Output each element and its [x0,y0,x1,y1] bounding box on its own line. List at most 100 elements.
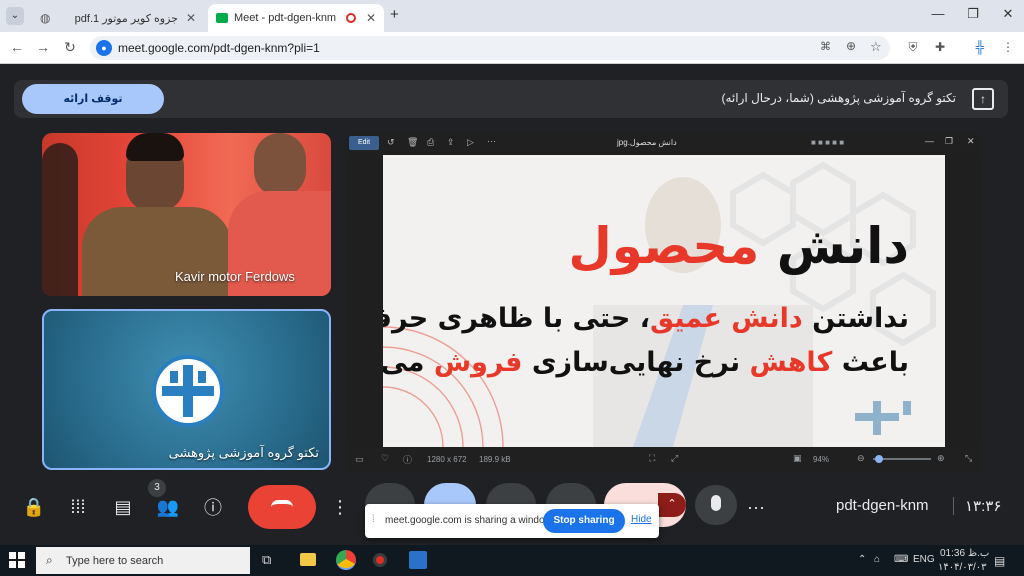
slide-text: باعث [841,347,909,378]
more-options-icon[interactable]: ⋮ [320,487,360,527]
rotate-icon[interactable]: ↺ [387,137,395,148]
present-button[interactable] [424,483,476,505]
chrome-icon[interactable] [336,550,356,570]
info-icon[interactable]: ⓘ [403,453,412,466]
print-icon[interactable]: ⎙ [427,137,434,148]
avatar [152,355,224,427]
taskbar-search[interactable]: ⌕ Type here to search [36,547,250,574]
search-placeholder: Type here to search [66,555,164,567]
minimize-button[interactable]: — [928,6,948,21]
shield-icon[interactable]: ⛨ [905,40,921,55]
tekto-logo-icon [162,365,214,417]
edit-label: Edit [357,139,371,146]
delete-icon[interactable]: 🗑 [407,137,418,148]
expand-icon[interactable]: ⤢ [671,453,678,464]
clock-time[interactable]: 01:36 ب.ظ [940,548,989,559]
clock-date[interactable]: ۱۴۰۴/۰۳/۰۳ [938,562,987,573]
windows-start-icon[interactable] [9,552,25,568]
keyboard-icon[interactable]: ⌨ [894,554,908,565]
zoom-out-icon[interactable]: ⊖ [857,453,865,464]
participant-name: تکتو گروه آموزشی پژوهشی [168,445,319,460]
more-menu-icon[interactable]: ⋮ [1000,40,1016,54]
actual-size-icon[interactable]: ▣ [793,453,802,464]
slide-image: دانش محصول نداشتن دانش عمیق، حتی با ظاهر… [383,155,945,447]
zoom-level[interactable]: 94% [813,455,829,464]
zoom-slider-thumb[interactable] [875,455,883,463]
tab-pdf[interactable]: ◍ جزوه کویر موتور pdf.1 ✕ [32,4,204,32]
mic-options-icon[interactable]: ··· [736,487,776,527]
meeting-info-icon[interactable]: ⓘ [193,487,233,527]
translate-icon[interactable]: ⌘ [820,40,831,53]
person-silhouette-left [42,143,78,296]
image-viewer-titlebar: Edit ↺ 🗑 ⎙ ⇪ ▷ ··· دانش محصول.jpg ■ ■ ■ … [347,133,981,153]
leave-call-button[interactable] [248,485,316,529]
hang-up-icon [271,500,293,510]
new-tab-button[interactable]: + [390,6,399,23]
microphone-button[interactable] [695,485,737,525]
browser-toolbar: ← → ↻ ● meet.google.com/pdt-dgen-knm?pli… [0,32,1024,64]
maximize-button[interactable]: ❐ [963,6,983,22]
participant-tile-camera[interactable]: Kavir motor Ferdows [42,133,331,296]
participant-tile-self[interactable]: تکتو گروه آموزشی پژوهشی [42,309,331,470]
more-icon[interactable]: ··· [487,136,496,146]
viewer-minimize-button[interactable]: — [925,136,934,146]
zoom-icon[interactable]: ⊕ [846,39,856,53]
stop-sharing-button[interactable]: Stop sharing [543,509,625,533]
address-bar[interactable]: ● meet.google.com/pdt-dgen-knm?pli=1 ⌘ ⊕… [90,36,890,60]
tab-title: Meet - pdt-dgen-knm [234,12,337,24]
people-count-badge: 3 [148,479,166,497]
viewer-restore-button[interactable]: ❐ [945,136,953,147]
forward-button[interactable]: → [34,39,52,55]
close-icon[interactable]: ✕ [366,11,376,25]
search-icon: ⌕ [46,553,53,567]
chat-icon[interactable]: ▤ [103,487,143,527]
slideshow-icon[interactable]: ▷ [467,137,474,148]
tab-meet[interactable]: Meet - pdt-dgen-knm ✕ [208,4,384,32]
edit-button[interactable]: Edit [349,136,379,150]
bookmark-star-icon[interactable]: ☆ [870,39,882,55]
presentation-view: Edit ↺ 🗑 ⎙ ⇪ ▷ ··· دانش محصول.jpg ■ ■ ■ … [347,133,981,471]
drag-handle-icon[interactable]: ⁞ [372,514,375,525]
extensions-icon[interactable]: ✚ [932,40,948,54]
profile-logo-icon[interactable]: ╬ [972,40,988,54]
tray-chevron-icon[interactable]: ⌃ [858,554,866,565]
slide-background-art [383,155,945,447]
host-controls-lock-icon[interactable]: 🔒 [14,487,54,527]
stop-presenting-button[interactable]: توقف ارائه [22,84,164,114]
slide-text-highlight: دانش عمیق [650,303,803,334]
slide-heading-word2: محصول [568,217,760,275]
filmstrip-icon[interactable]: ▭ [355,454,364,465]
fullscreen-icon[interactable]: ⤡ [965,453,972,464]
slide-text: می‌شود [383,347,425,378]
site-mic-icon[interactable]: ● [96,40,112,56]
back-button[interactable]: ← [8,39,26,55]
window-close-button[interactable]: ✕ [998,6,1018,22]
raise-hand-button[interactable] [365,483,415,505]
task-view-icon[interactable]: ⧉ [262,552,271,568]
present-screen-icon: ↑ [972,88,994,110]
meeting-code: pdt-dgen-knm [836,497,929,514]
tab-search-button[interactable]: ⌄ [6,7,24,25]
close-icon[interactable]: ✕ [186,11,196,25]
zoom-in-icon[interactable]: ⊕ [937,453,945,464]
recorder-icon[interactable] [373,553,387,567]
slide-text: نرخ نهایی‌سازی [531,347,741,378]
slide-heading: دانش محصول [568,217,909,275]
captions-button[interactable] [546,483,596,505]
language-indicator[interactable]: ENG [913,554,935,565]
slide-text-highlight: فروش [433,347,523,378]
file-explorer-icon[interactable] [300,553,316,566]
share-icon[interactable]: ⇪ [447,137,455,148]
app-icon[interactable] [409,551,427,569]
notifications-icon[interactable]: ▤ [994,554,1005,568]
reactions-button[interactable] [486,483,536,505]
reload-button[interactable]: ↻ [61,39,79,56]
hide-link[interactable]: Hide [631,514,652,525]
fit-icon[interactable]: ⛶ [649,453,655,464]
image-viewer-statusbar: ▭ ♡ ⓘ 1280 x 672 189.9 kB ⛶ ⤢ ▣ 94% ⊖ ⊕ … [347,447,981,471]
network-icon[interactable]: ⌂ [874,554,880,565]
url-text: meet.google.com/pdt-dgen-knm?pli=1 [118,41,320,55]
activities-grid-icon[interactable]: ⁞⁞⁞ [58,487,98,527]
viewer-close-button[interactable]: ✕ [967,136,975,147]
favorite-icon[interactable]: ♡ [381,453,389,464]
